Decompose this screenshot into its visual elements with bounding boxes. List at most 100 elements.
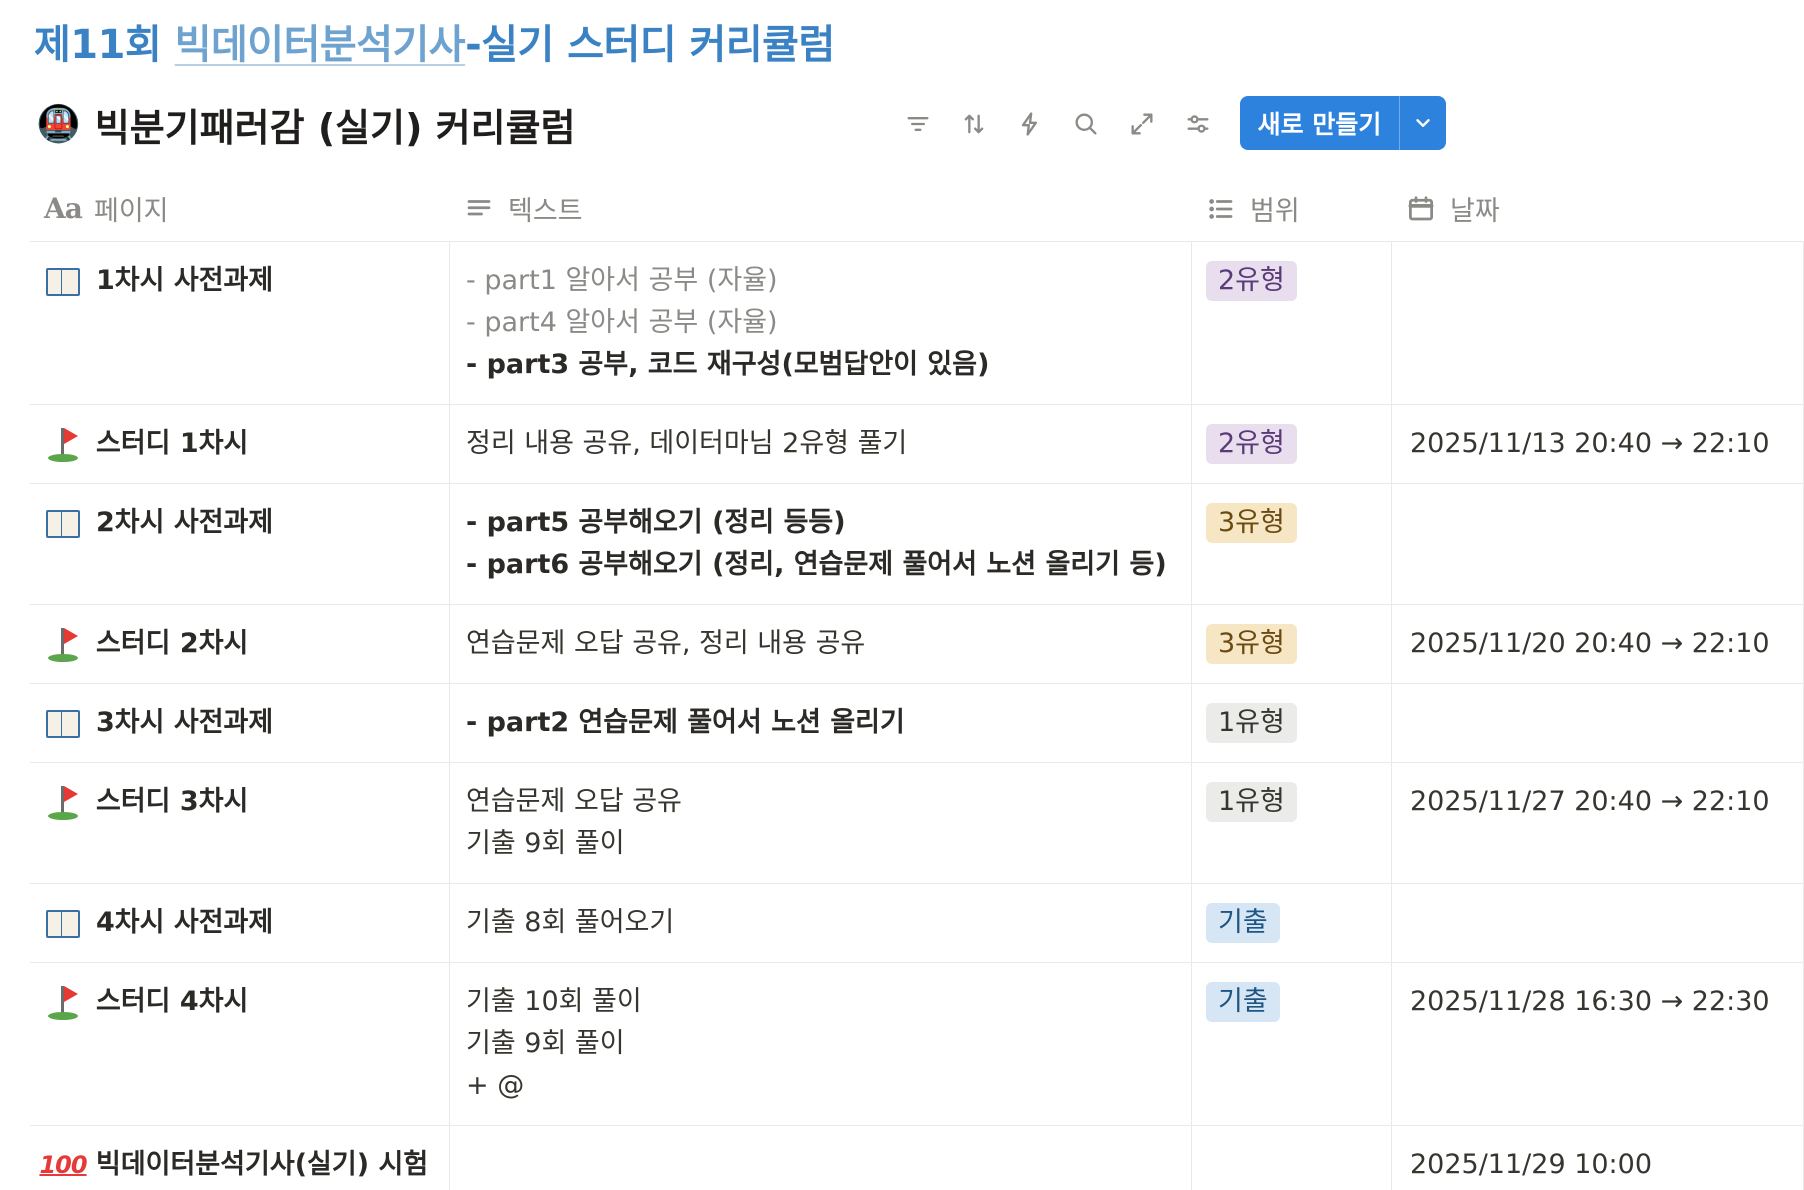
column-label: 날짜 (1450, 196, 1500, 227)
flag-shape (46, 426, 80, 462)
text-cell[interactable]: 정리 내용 공유, 데이터마님 2유형 풀기 (450, 405, 1192, 483)
text-line: - part5 공부해오기 (정리 등등) (466, 507, 846, 538)
text-cell[interactable]: 연습문제 오답 공유 기출 9회 풀이 (450, 763, 1192, 883)
text-line: 기출 9회 풀이 (466, 828, 625, 859)
flag-cloth (64, 428, 78, 444)
column-header-range[interactable]: 범위 (1192, 176, 1392, 241)
hundred-icon: 100 (39, 1144, 87, 1186)
table-row[interactable]: 1차시 사전과제 - part1 알아서 공부 (자율) - part4 알아서 공… (30, 242, 1804, 405)
title-property-icon: Aa (44, 192, 83, 225)
text-property-icon (467, 199, 491, 215)
date-cell[interactable] (1392, 242, 1804, 404)
flag-shape (46, 626, 80, 662)
database-toolbar (898, 96, 1218, 152)
page-cell[interactable]: 스터디 3차시 (30, 763, 450, 883)
heading-suffix: -실기 스터디 커리큘럼 (465, 22, 835, 68)
range-cell[interactable]: 1유형 (1192, 763, 1392, 883)
date-cell[interactable]: 2025/11/27 20:40 → 22:10 (1392, 763, 1804, 883)
range-cell[interactable]: 2유형 (1192, 405, 1392, 483)
book-shape (46, 710, 80, 738)
table-row[interactable]: 4차시 사전과제 기출 8회 풀어오기 기출 (30, 884, 1804, 963)
range-cell[interactable]: 3유형 (1192, 484, 1392, 604)
page-cell[interactable]: 3차시 사전과제 (30, 684, 450, 762)
flag-icon (44, 781, 82, 820)
hundred-shape: 100 (39, 1151, 87, 1179)
page-cell[interactable]: 스터디 1차시 (30, 405, 450, 483)
book-icon (44, 502, 82, 538)
new-button-dropdown[interactable] (1400, 96, 1446, 150)
page-cell[interactable]: 2차시 사전과제 (30, 484, 450, 604)
range-cell[interactable]: 2유형 (1192, 242, 1392, 404)
range-tag: 3유형 (1206, 503, 1297, 543)
database-table: Aa 페이지 텍스트 범위 날짜 1차시 사전과제 - part1 알아서 공부 … (30, 176, 1804, 1190)
text-line: - part4 알아서 공부 (자율) (466, 307, 778, 338)
text-cell[interactable] (450, 1126, 1192, 1190)
range-cell[interactable]: 1유형 (1192, 684, 1392, 762)
database-title-row: 🚇 빅분기패러감 (실기) 커리큘럼 (36, 96, 576, 152)
date-cell[interactable] (1392, 484, 1804, 604)
date-cell[interactable] (1392, 684, 1804, 762)
range-tag: 기출 (1206, 903, 1280, 943)
text-line: - part6 공부해오기 (정리, 연습문제 풀어서 노션 올리기 등) (466, 549, 1167, 580)
page-cell[interactable]: 스터디 4차시 (30, 963, 450, 1125)
page-title: 스터디 4차시 (96, 986, 249, 1017)
expand-icon[interactable] (1122, 104, 1162, 144)
column-header-page[interactable]: Aa 페이지 (30, 176, 450, 241)
new-button[interactable]: 새로 만들기 (1240, 96, 1399, 150)
flag-green (48, 812, 78, 820)
range-tag: 2유형 (1206, 424, 1297, 464)
train-icon[interactable]: 🚇 (36, 103, 81, 145)
page-cell[interactable]: 100 빅데이터분석기사(실기) 시험 (30, 1126, 450, 1190)
table-row[interactable]: 스터디 4차시 기출 10회 풀이 기출 9회 풀이 + @ 기출 2025/11/28 … (30, 963, 1804, 1126)
range-tag: 기출 (1206, 982, 1280, 1022)
heading-link[interactable]: 빅데이터분석기사 (175, 22, 466, 68)
text-cell[interactable]: 기출 8회 풀어오기 (450, 884, 1192, 962)
range-cell[interactable] (1192, 1126, 1392, 1190)
range-cell[interactable]: 기출 (1192, 884, 1392, 962)
page-cell[interactable]: 1차시 사전과제 (30, 242, 450, 404)
date-value: 2025/11/13 20:40 → 22:10 (1410, 428, 1770, 459)
table-row[interactable]: 스터디 1차시 정리 내용 공유, 데이터마님 2유형 풀기 2유형 2025/11/… (30, 405, 1804, 484)
book-icon (44, 902, 82, 938)
text-cell[interactable]: - part2 연습문제 풀어서 노션 올리기 (450, 684, 1192, 762)
flag-icon (44, 423, 82, 462)
settings-icon[interactable] (1178, 104, 1218, 144)
column-label: 텍스트 (508, 196, 583, 227)
sort-icon[interactable] (954, 104, 994, 144)
search-icon[interactable] (1066, 104, 1106, 144)
table-row[interactable]: 스터디 2차시 연습문제 오답 공유, 정리 내용 공유 3유형 2025/11/20… (30, 605, 1804, 684)
date-value: 2025/11/27 20:40 → 22:10 (1410, 786, 1770, 817)
text-line: - part2 연습문제 풀어서 노션 올리기 (466, 707, 905, 738)
book-shape (46, 510, 80, 538)
page-cell[interactable]: 4차시 사전과제 (30, 884, 450, 962)
date-cell[interactable]: 2025/11/13 20:40 → 22:10 (1392, 405, 1804, 483)
text-cell[interactable]: 연습문제 오답 공유, 정리 내용 공유 (450, 605, 1192, 683)
flag-cloth (64, 986, 78, 1002)
range-cell[interactable]: 3유형 (1192, 605, 1392, 683)
calendar-icon (1408, 195, 1434, 220)
table-row[interactable]: 2차시 사전과제 - part5 공부해오기 (정리 등등) - part6 공부해… (30, 484, 1804, 605)
book-icon (44, 260, 82, 296)
date-cell[interactable]: 2025/11/28 16:30 → 22:30 (1392, 963, 1804, 1125)
text-cell[interactable]: - part1 알아서 공부 (자율) - part4 알아서 공부 (자율) - … (450, 242, 1192, 404)
flag-shape (46, 784, 80, 820)
range-cell[interactable]: 기출 (1192, 963, 1392, 1125)
page-title: 1차시 사전과제 (96, 265, 274, 296)
filter-icon[interactable] (898, 104, 938, 144)
flag-green (48, 654, 78, 662)
book-shape (46, 268, 80, 296)
date-cell[interactable]: 2025/11/29 10:00 (1392, 1126, 1804, 1190)
column-header-date[interactable]: 날짜 (1392, 176, 1804, 241)
text-cell[interactable]: 기출 10회 풀이 기출 9회 풀이 + @ (450, 963, 1192, 1125)
date-cell[interactable] (1392, 884, 1804, 962)
automation-icon[interactable] (1010, 104, 1050, 144)
table-row[interactable]: 100 빅데이터분석기사(실기) 시험 2025/11/29 10:00 (30, 1126, 1804, 1190)
table-row[interactable]: 3차시 사전과제 - part2 연습문제 풀어서 노션 올리기 1유형 (30, 684, 1804, 763)
date-cell[interactable]: 2025/11/20 20:40 → 22:10 (1392, 605, 1804, 683)
page-cell[interactable]: 스터디 2차시 (30, 605, 450, 683)
database-title[interactable]: 빅분기패러감 (실기) 커리큘럼 (95, 97, 576, 152)
text-line: 기출 8회 풀어오기 (466, 907, 675, 938)
text-cell[interactable]: - part5 공부해오기 (정리 등등) - part6 공부해오기 (정리, … (450, 484, 1192, 604)
column-header-text[interactable]: 텍스트 (450, 176, 1192, 241)
table-row[interactable]: 스터디 3차시 연습문제 오답 공유 기출 9회 풀이 1유형 2025/11/27 2… (30, 763, 1804, 884)
